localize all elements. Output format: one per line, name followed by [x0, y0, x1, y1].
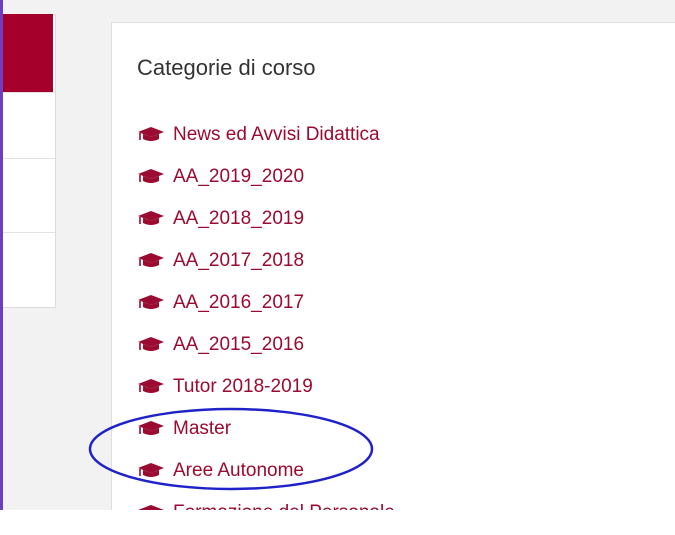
graduation-cap-icon — [138, 463, 164, 477]
category-link[interactable]: Master — [173, 418, 231, 440]
screenshot-bottom-margin — [0, 510, 675, 535]
category-item[interactable]: Aree Autonome — [137, 450, 395, 492]
category-item[interactable]: Master — [137, 408, 395, 450]
category-link[interactable]: AA_2015_2016 — [173, 334, 304, 356]
category-item[interactable]: Tutor 2018-2019 — [137, 366, 395, 408]
category-link[interactable]: AA_2018_2019 — [173, 208, 304, 230]
category-item[interactable]: News ed Avvisi Didattica — [137, 114, 395, 156]
block-clip: News ed Avvisi Didattica AA_2019_2020 AA… — [111, 22, 675, 510]
graduation-cap-icon — [138, 211, 164, 225]
nav-divider — [3, 92, 55, 93]
category-item[interactable]: AA_2017_2018 — [137, 240, 395, 282]
graduation-cap-icon — [138, 379, 164, 393]
graduation-cap-icon — [138, 253, 164, 267]
graduation-cap-icon — [138, 421, 164, 435]
category-item[interactable]: AA_2019_2020 — [137, 156, 395, 198]
category-item[interactable]: AA_2018_2019 — [137, 198, 395, 240]
nav-divider — [3, 232, 55, 233]
category-link[interactable]: News ed Avvisi Didattica — [173, 124, 380, 146]
category-link[interactable]: Formazione del Personale — [173, 502, 395, 510]
category-item[interactable]: AA_2016_2017 — [137, 282, 395, 324]
category-link[interactable]: AA_2017_2018 — [173, 250, 304, 272]
category-link[interactable]: Aree Autonome — [173, 460, 304, 482]
category-item[interactable]: AA_2015_2016 — [137, 324, 395, 366]
graduation-cap-icon — [138, 295, 164, 309]
graduation-cap-icon — [138, 337, 164, 351]
category-list: News ed Avvisi Didattica AA_2019_2020 AA… — [137, 114, 395, 510]
left-nav-active-item[interactable] — [3, 14, 53, 92]
category-link[interactable]: AA_2016_2017 — [173, 292, 304, 314]
graduation-cap-icon — [138, 169, 164, 183]
category-item[interactable]: Formazione del Personale — [137, 492, 395, 510]
nav-divider — [3, 158, 55, 159]
category-link[interactable]: Tutor 2018-2019 — [173, 376, 313, 398]
graduation-cap-icon — [138, 127, 164, 141]
category-link[interactable]: AA_2019_2020 — [173, 166, 304, 188]
